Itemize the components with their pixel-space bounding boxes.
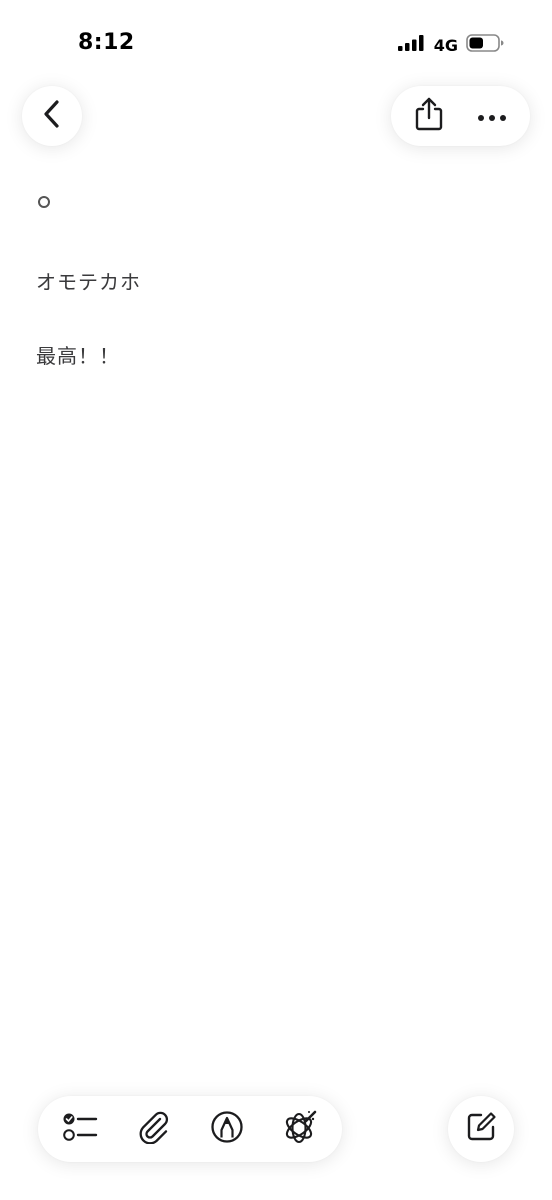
- note-line: 最高！！: [36, 344, 120, 368]
- share-button[interactable]: [405, 92, 453, 140]
- writing-tools-button[interactable]: [276, 1105, 324, 1153]
- status-indicators: 4G: [397, 34, 504, 56]
- ellipsis-icon: [477, 107, 507, 126]
- status-bar: 8:12 4G: [0, 0, 552, 90]
- checklist-button[interactable]: [57, 1105, 105, 1153]
- battery-icon: [466, 34, 504, 56]
- back-button[interactable]: [22, 86, 82, 146]
- top-actions-group: [391, 86, 530, 146]
- writing-tools-icon: [282, 1109, 318, 1149]
- compose-icon: [465, 1111, 497, 1147]
- cellular-signal-icon: [397, 35, 424, 55]
- share-icon: [414, 96, 444, 136]
- checklist-icon: [62, 1111, 99, 1147]
- paperclip-icon: [138, 1110, 170, 1148]
- note-line: オモテカホ: [36, 270, 141, 294]
- bottom-toolbar: [38, 1096, 342, 1162]
- pen-circle-icon: [210, 1110, 244, 1148]
- network-type: 4G: [433, 35, 458, 55]
- compose-button[interactable]: [448, 1096, 514, 1162]
- more-button[interactable]: [468, 92, 516, 140]
- chevron-left-icon: [41, 99, 63, 133]
- note-body[interactable]: オモテカホ 最高！！: [36, 190, 516, 368]
- markup-button[interactable]: [203, 1105, 251, 1153]
- attachment-button[interactable]: [130, 1105, 178, 1153]
- list-bullet: [38, 196, 50, 208]
- status-time: 8:12: [78, 30, 135, 55]
